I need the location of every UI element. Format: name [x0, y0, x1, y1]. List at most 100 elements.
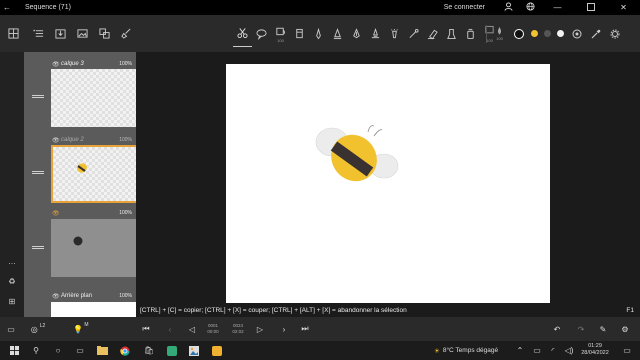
- scissors-icon[interactable]: [233, 21, 252, 47]
- current-frame-display: 0001 00:00: [202, 317, 224, 341]
- toolbar-divider: [486, 24, 487, 43]
- windows-start-icon[interactable]: [7, 344, 21, 357]
- layer-name: Arrière plan: [61, 293, 93, 299]
- file-explorer-icon[interactable]: [95, 344, 109, 357]
- broom-icon[interactable]: [115, 23, 137, 45]
- airbrush-icon[interactable]: [385, 21, 404, 47]
- help-shortcut[interactable]: F1: [626, 307, 634, 314]
- watercolor-icon[interactable]: [404, 21, 423, 47]
- smudge-icon[interactable]: [442, 21, 461, 47]
- play-button[interactable]: ▷: [252, 317, 268, 341]
- brush-icon[interactable]: [366, 21, 385, 47]
- weather-widget[interactable]: ☀ 8°C Temps dégagé: [434, 341, 498, 360]
- current-color-ring[interactable]: [509, 21, 528, 47]
- drag-handle[interactable]: [32, 95, 44, 98]
- battery-icon[interactable]: ▭: [530, 344, 544, 357]
- layer-opacity: 100%: [119, 137, 132, 143]
- windows-taskbar: ⚲ ○ ▭ 🛍 ☀ 8°C Temps dégagé ⌃ ▭ ◜ ◁) 01:2…: [0, 341, 640, 360]
- drag-handle[interactable]: [32, 171, 44, 174]
- cortana-icon[interactable]: ○: [51, 344, 65, 357]
- layers-toggle-icon[interactable]: ▭: [4, 317, 18, 341]
- chrome-icon[interactable]: [118, 344, 132, 357]
- store-icon[interactable]: 🛍: [142, 344, 156, 357]
- skip-end-button[interactable]: ⏭: [297, 317, 313, 341]
- layer-name: calque 3: [61, 61, 84, 67]
- app-icon-photos[interactable]: [187, 344, 201, 357]
- drag-handle[interactable]: [32, 246, 44, 249]
- undo-icon[interactable]: ↶: [550, 317, 564, 341]
- clock-time: 01:29: [588, 343, 602, 349]
- weather-text: 8°C Temps dégagé: [442, 347, 499, 354]
- window-title: Sequence (71): [25, 4, 71, 11]
- recycle-icon[interactable]: ♻: [0, 277, 24, 286]
- onion-level-label: L2: [39, 323, 46, 329]
- total-time: 02:02: [232, 329, 244, 334]
- tray-chevron-icon[interactable]: ⌃: [513, 344, 527, 357]
- fountain-pen-icon[interactable]: [328, 21, 347, 47]
- globe-icon[interactable]: [519, 2, 541, 13]
- layer-thumbnail[interactable]: [51, 69, 136, 127]
- system-clock[interactable]: 01:29 28/04/2022: [578, 343, 612, 357]
- image-icon[interactable]: [71, 23, 93, 45]
- layer-opacity: 100%: [119, 61, 132, 67]
- layers-list-icon[interactable]: [27, 23, 49, 45]
- import-icon[interactable]: [49, 23, 71, 45]
- more-options-icon[interactable]: …: [0, 257, 24, 266]
- sign-in-link[interactable]: Se connecter: [444, 4, 485, 11]
- maximize-button[interactable]: [574, 2, 607, 13]
- notifications-icon[interactable]: ▭: [620, 344, 634, 357]
- status-bar: [CTRL] + [C] = copier; [CTRL] + [X] = co…: [136, 303, 640, 317]
- fill-bucket-icon[interactable]: [461, 21, 480, 47]
- grid-icon[interactable]: [2, 23, 24, 45]
- step-back-button[interactable]: ◁: [184, 317, 200, 341]
- color-swatch-gray[interactable]: [541, 21, 554, 47]
- brush-size-control[interactable]: 100: [490, 21, 509, 47]
- eye-icon[interactable]: 👁: [52, 137, 61, 144]
- add-layer-icon[interactable]: ⊞: [0, 297, 24, 306]
- sun-icon: ☀: [434, 347, 440, 355]
- eye-icon[interactable]: 👁: [52, 61, 61, 68]
- paint-bucket-icon[interactable]: 100: [271, 21, 290, 47]
- settings-gear-icon[interactable]: [605, 21, 624, 47]
- layer-thumbnail[interactable]: [51, 219, 136, 277]
- minimize-button[interactable]: —: [541, 3, 574, 12]
- bee-thumbnail-icon: [77, 163, 87, 173]
- hidden-eye-icon[interactable]: 👁: [52, 210, 61, 217]
- settings-icon[interactable]: ⚙: [618, 317, 632, 341]
- eye-icon[interactable]: 👁: [52, 293, 61, 300]
- marker-icon[interactable]: [290, 21, 309, 47]
- eraser-icon[interactable]: [423, 21, 442, 47]
- flipaclip-app-icon[interactable]: [210, 344, 224, 357]
- transform-icon[interactable]: [93, 23, 115, 45]
- layer-opacity: 100%: [119, 293, 132, 299]
- wifi-icon[interactable]: ◜: [546, 344, 560, 357]
- onion-skin-icon[interactable]: ◎ L2: [27, 317, 49, 341]
- layer-thumbnail[interactable]: [51, 145, 136, 203]
- layer-thumbnail[interactable]: [51, 302, 136, 317]
- task-view-icon[interactable]: ▭: [73, 344, 87, 357]
- volume-icon[interactable]: ◁): [562, 344, 576, 357]
- next-frame-button[interactable]: ›: [276, 317, 292, 341]
- pen-icon[interactable]: [309, 21, 328, 47]
- eyedropper-icon[interactable]: [586, 21, 605, 47]
- redo-icon[interactable]: ↷: [574, 317, 588, 341]
- close-button[interactable]: ✕: [607, 3, 640, 12]
- speech-bubble-icon[interactable]: [252, 21, 271, 47]
- calligraphy-pen-icon[interactable]: [347, 21, 366, 47]
- back-arrow-icon[interactable]: ←: [0, 3, 14, 12]
- edit-pencil-icon[interactable]: ✎: [596, 317, 610, 341]
- color-wheel-icon[interactable]: [567, 21, 586, 47]
- lightbulb-icon[interactable]: 💡 M: [70, 317, 92, 341]
- search-icon[interactable]: ⚲: [29, 344, 43, 357]
- rewind-start-button[interactable]: ⏮: [138, 317, 154, 341]
- color-swatch-yellow[interactable]: [528, 21, 541, 47]
- title-bar: ← Sequence (71) Se connecter — ✕: [0, 0, 640, 15]
- left-rail: … ♻ ⊞: [0, 52, 24, 317]
- app-icon-green[interactable]: [165, 344, 179, 357]
- color-tools: 100: [483, 15, 624, 52]
- mode-label: M: [84, 322, 89, 328]
- color-swatch-white[interactable]: [554, 21, 567, 47]
- user-icon[interactable]: [497, 2, 519, 13]
- previous-frame-button[interactable]: ‹: [162, 317, 178, 341]
- total-frame-display: 0024 02:02: [227, 317, 249, 341]
